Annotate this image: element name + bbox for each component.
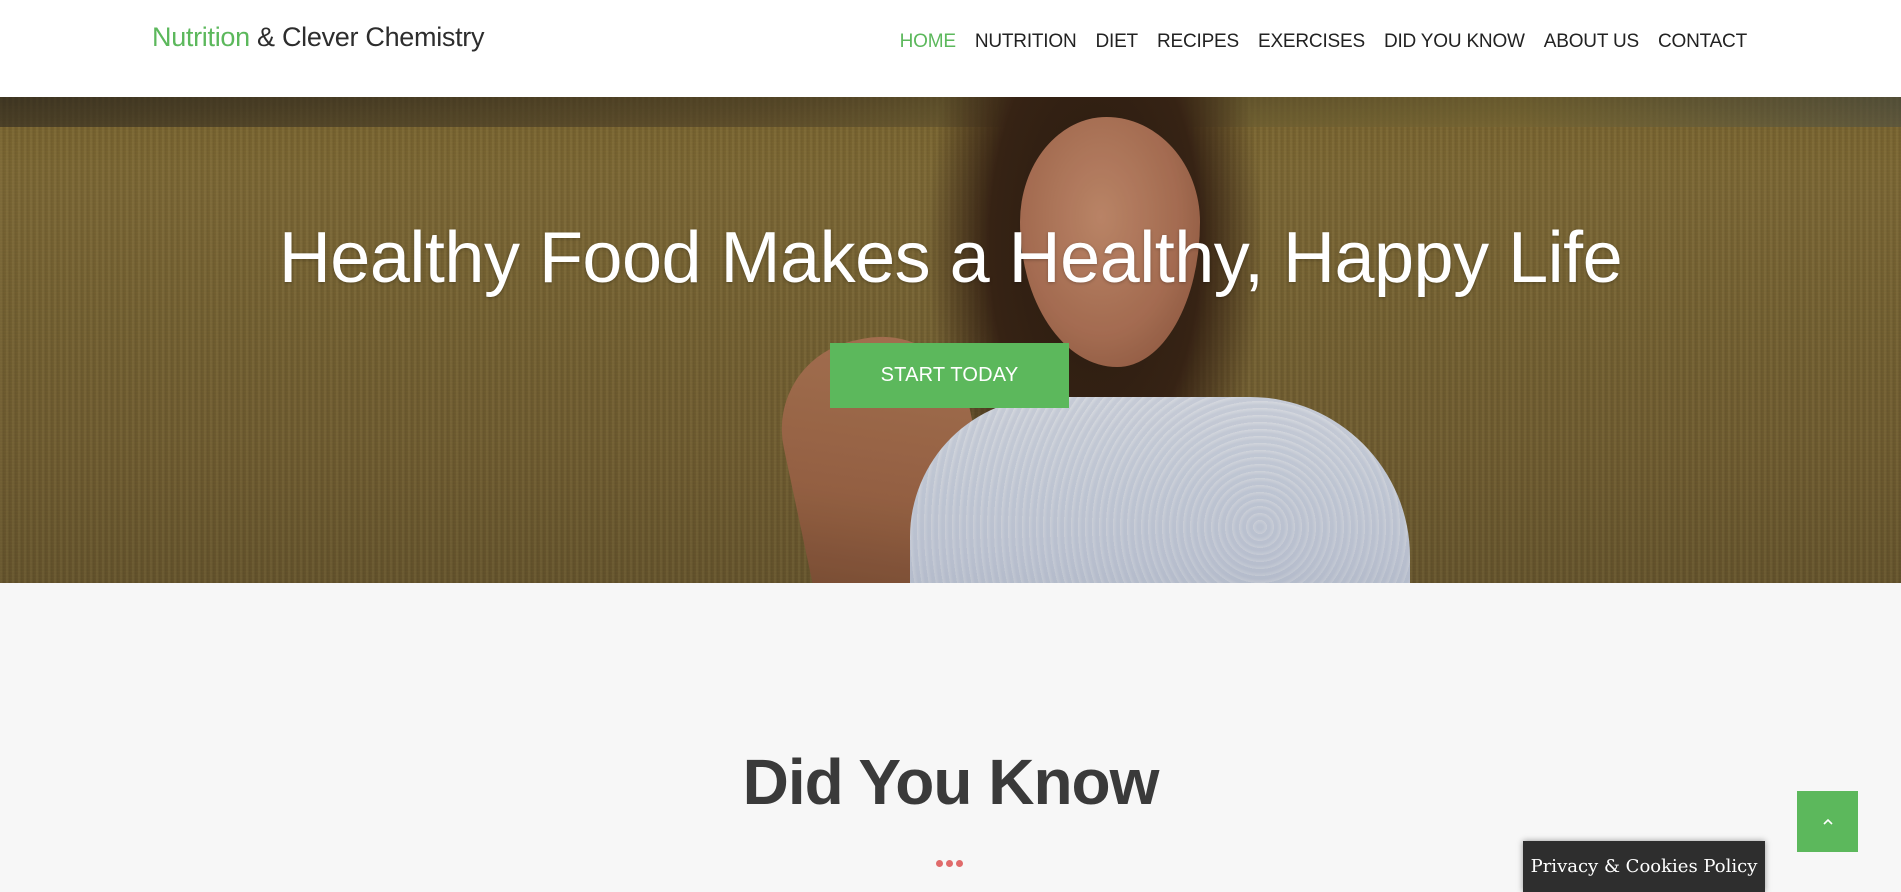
site-header: Nutrition & Clever Chemistry HOME NUTRIT… xyxy=(0,0,1901,97)
section-title: Did You Know xyxy=(742,746,1160,818)
nav-item-did-you-know[interactable]: DID YOU KNOW xyxy=(1374,29,1534,55)
page: Nutrition & Clever Chemistry HOME NUTRIT… xyxy=(0,0,1901,892)
logo-rest-text: & Clever Chemistry xyxy=(249,22,485,52)
hero-banner: Healthy Food Makes a Healthy, Happy Life… xyxy=(0,97,1901,583)
nav-item-about-us[interactable]: ABOUT US xyxy=(1534,29,1648,55)
hero-title: Healthy Food Makes a Healthy, Happy Life xyxy=(278,218,1623,298)
nav-item-exercises[interactable]: EXERCISES xyxy=(1248,29,1374,55)
start-today-button[interactable]: START TODAY xyxy=(830,343,1069,408)
site-logo[interactable]: Nutrition & Clever Chemistry xyxy=(152,22,485,53)
logo-accent-text: Nutrition xyxy=(152,22,250,52)
divider-dot xyxy=(956,860,963,867)
nav-item-nutrition[interactable]: NUTRITION xyxy=(965,29,1086,55)
nav-item-diet[interactable]: DIET xyxy=(1086,29,1147,55)
section-divider-dots xyxy=(936,860,963,867)
nav-item-recipes[interactable]: RECIPES xyxy=(1147,29,1248,55)
divider-dot xyxy=(946,860,953,867)
divider-dot xyxy=(936,860,943,867)
chevron-up-icon xyxy=(1822,818,1833,825)
back-to-top-button[interactable] xyxy=(1797,791,1858,852)
main-nav: HOME NUTRITION DIET RECIPES EXERCISES DI… xyxy=(890,29,1748,55)
privacy-cookies-button[interactable]: Privacy & Cookies Policy xyxy=(1523,841,1765,892)
hero-overlay xyxy=(0,97,1901,583)
nav-item-contact[interactable]: CONTACT xyxy=(1648,29,1747,55)
nav-item-home[interactable]: HOME xyxy=(890,29,965,55)
